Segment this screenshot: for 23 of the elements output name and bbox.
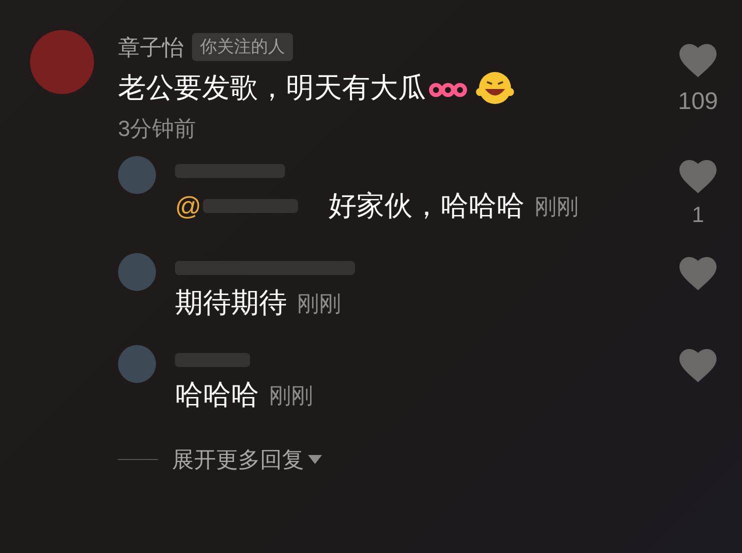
reply-text: 期待期待 [175,286,287,320]
like-count: 109 [678,87,718,117]
expand-replies-button[interactable]: 展开更多回复 [172,443,322,476]
avatar[interactable] [118,253,156,291]
reply-text: 好家伙，哈哈哈 [328,189,524,223]
reply-text: 哈哈哈 [175,378,259,412]
following-badge: 你关注的人 [192,33,293,61]
heart-icon[interactable] [679,257,717,291]
heart-icon[interactable] [679,349,717,383]
caret-icon [308,454,322,464]
author-name[interactable]: 章子怡 [118,30,184,64]
reply-time: 刚刚 [534,192,578,220]
comment-time: 3分钟前 [118,115,196,143]
heart-icon[interactable] [679,44,717,78]
laughing-emoji-icon [476,70,514,106]
avatar[interactable] [118,156,156,194]
reply-time: 刚刚 [297,290,341,318]
avatar[interactable] [118,345,156,383]
reply-time: 刚刚 [269,382,313,410]
mention-link[interactable]: @ [175,186,202,226]
heart-icon[interactable] [679,160,717,194]
comment-text: 老公要发歌，明天有大瓜 [118,71,426,105]
like-count: 1 [692,201,704,229]
